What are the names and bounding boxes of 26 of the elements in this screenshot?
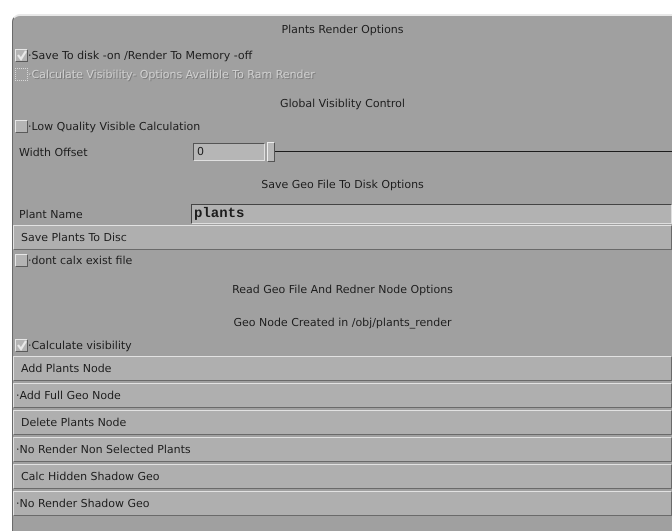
input-field[interactable]: plants: [191, 204, 672, 224]
checkbox[interactable]: [15, 339, 28, 352]
checkbox[interactable]: [15, 49, 28, 62]
action-button[interactable]: Save Plants To Disc: [13, 225, 672, 250]
action-button[interactable]: Delete Plants Node: [13, 410, 672, 435]
checkbox-label: ·Save To disk -on /Render To Memory -off: [28, 49, 252, 62]
slider-thumb[interactable]: [267, 142, 275, 162]
action-button[interactable]: ·Add Full Geo Node: [13, 383, 672, 408]
section-heading: Geo Node Created in /obj/plants_render: [233, 315, 452, 331]
action-button[interactable]: Add Plants Node: [13, 356, 672, 381]
slider-track[interactable]: [267, 142, 672, 162]
parameter-label: Width Offset: [18, 146, 89, 158]
checkbox-label: ·dont calx exist file: [28, 254, 132, 267]
section-heading: Read Geo File And Redner Node Options: [232, 282, 453, 298]
action-button[interactable]: ·No Render Shadow Geo: [13, 491, 672, 516]
section-heading: Global Visiblity Control: [280, 96, 405, 112]
action-button[interactable]: ·No Render Non Selected Plants: [13, 437, 672, 462]
section-heading: Save Geo File To Disk Options: [261, 177, 424, 193]
value-field[interactable]: 0: [193, 143, 265, 161]
checkbox[interactable]: [15, 120, 28, 133]
checkbox[interactable]: [15, 254, 28, 267]
parameter-label: Plant Name: [18, 208, 84, 220]
panel-title: Plants Render Options: [281, 22, 404, 38]
action-button[interactable]: Calc Hidden Shadow Geo: [13, 464, 672, 489]
checkbox-label: ·Low Quality Visible Calculation: [28, 120, 200, 133]
checkbox-label: ·Calculate visibility: [28, 339, 132, 352]
